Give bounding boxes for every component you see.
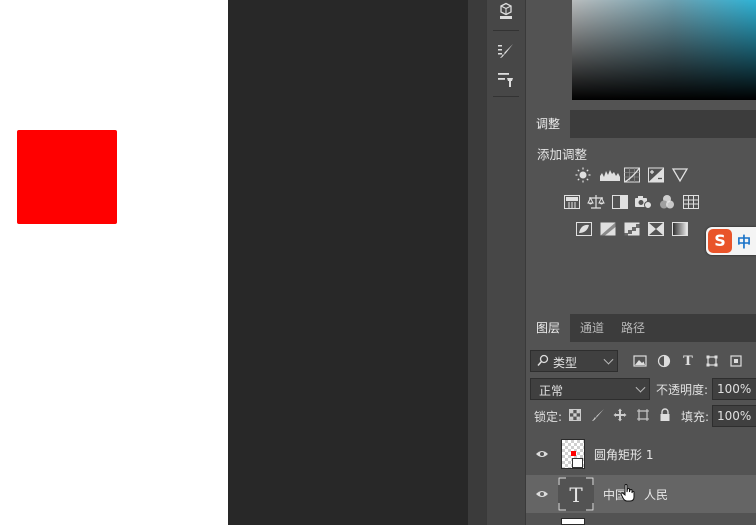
gradient-map-icon[interactable] [671, 221, 689, 237]
lock-artboard-icon[interactable] [636, 408, 650, 422]
selective-color-icon[interactable] [647, 221, 665, 237]
tab-layers[interactable]: 图层 [526, 314, 571, 342]
panel-gutter [468, 0, 486, 525]
fill-value: 100% [717, 409, 752, 423]
collapsed-panel-strip [486, 0, 526, 525]
tab-paths[interactable]: 路径 [611, 314, 655, 342]
chevron-down-icon [603, 354, 614, 365]
adjustment-filter-icon[interactable] [655, 353, 673, 369]
gradient-map-triangle-icon[interactable] [671, 167, 689, 183]
document-canvas[interactable] [0, 0, 228, 525]
invert-icon[interactable] [575, 221, 593, 237]
lock-all-icon[interactable] [658, 408, 672, 422]
layer-row-rounded-rect[interactable]: 圆角矩形 1 [526, 435, 756, 473]
type-filter-icon[interactable]: T [679, 353, 697, 369]
adjustments-tabbar: 调整 [526, 110, 756, 138]
opacity-label: 不透明度: [656, 383, 709, 397]
black-white-icon[interactable] [611, 194, 629, 210]
eye-visibility-icon[interactable] [535, 448, 549, 460]
vibrance-icon[interactable] [563, 194, 581, 210]
fill-input[interactable]: 100% [712, 405, 756, 427]
rounded-rectangle-shape[interactable] [17, 130, 117, 224]
add-adjustment-title: 添加调整 [537, 147, 588, 162]
layer-filter-dropdown[interactable]: 类型 [530, 350, 618, 372]
layer-row-background[interactable] [526, 515, 756, 525]
hand-cursor-icon [620, 483, 636, 506]
layer-name[interactable]: 圆角矩形 1 [594, 446, 653, 463]
blend-mode-dropdown[interactable]: 正常 [530, 378, 650, 400]
layers-tabbar: 图层 通道 路径 [526, 314, 756, 342]
opacity-value: 100% [717, 382, 752, 396]
posterize-icon[interactable] [599, 221, 617, 237]
curves-icon[interactable] [623, 167, 641, 183]
photo-filter-icon[interactable] [634, 194, 652, 210]
shape-preview [571, 451, 576, 456]
layer-filter-label: 类型 [553, 356, 578, 370]
color-lookup-icon[interactable] [682, 194, 700, 210]
color-balance-icon[interactable] [587, 194, 605, 210]
brush-settings-icon[interactable] [495, 40, 517, 62]
shape-filter-icon[interactable] [703, 353, 721, 369]
tab-channels[interactable]: 通道 [570, 314, 614, 342]
eye-visibility-icon[interactable] [535, 488, 549, 500]
lock-position-icon[interactable] [613, 408, 627, 422]
cube-3d-icon[interactable] [495, 0, 517, 22]
text-layer-thumbnail: T [558, 477, 594, 511]
ime-status-widget[interactable]: S 中 [706, 227, 756, 255]
svg-text:T: T [569, 483, 583, 507]
layer-row-text[interactable]: T 中国 人民 [526, 475, 756, 513]
vector-mask-icon [572, 458, 583, 468]
chevron-down-icon [635, 382, 646, 393]
pixel-filter-icon[interactable] [631, 353, 649, 369]
strip-divider [493, 30, 519, 31]
text-type-icon: T [558, 477, 594, 511]
color-picker-field[interactable] [572, 0, 756, 100]
ime-mode-label[interactable]: 中 [737, 232, 751, 252]
tool-presets-icon[interactable] [495, 68, 517, 90]
channel-mixer-icon[interactable] [658, 194, 676, 210]
threshold-icon[interactable] [623, 221, 641, 237]
lock-pixels-icon[interactable] [591, 408, 605, 422]
lock-label: 锁定: [534, 410, 563, 424]
brightness-contrast-icon[interactable] [574, 167, 592, 183]
color-panel-margin [526, 0, 572, 106]
fill-label: 填充: [681, 410, 710, 424]
tab-adjustments[interactable]: 调整 [526, 110, 571, 138]
lock-transparent-icon[interactable] [568, 408, 582, 422]
layer-name-part2[interactable]: 人民 [644, 486, 668, 503]
search-icon [537, 354, 549, 371]
pasteboard [228, 0, 468, 525]
layer-thumbnail [561, 439, 585, 469]
smart-filter-icon[interactable] [727, 353, 745, 369]
opacity-input[interactable]: 100% [712, 378, 756, 400]
exposure-icon[interactable] [647, 167, 665, 183]
levels-icon[interactable] [599, 167, 621, 183]
sogou-logo-icon: S [708, 229, 732, 253]
strip-divider [493, 96, 519, 97]
blend-mode-value: 正常 [539, 384, 564, 398]
layer-thumbnail [561, 518, 585, 525]
